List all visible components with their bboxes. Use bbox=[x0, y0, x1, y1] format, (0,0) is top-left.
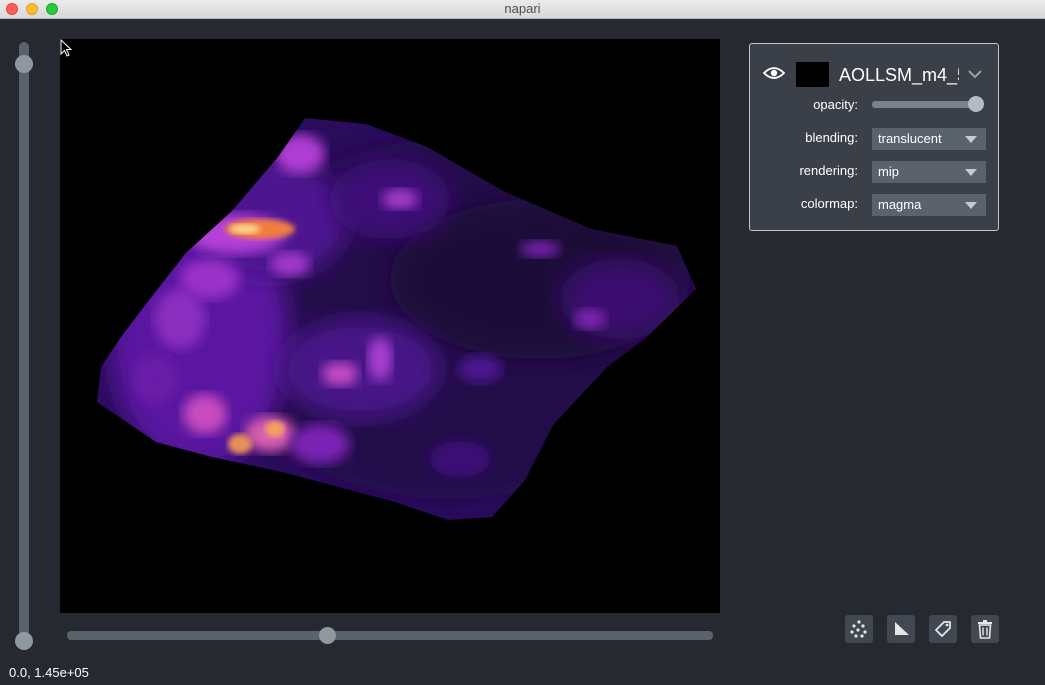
new-shapes-icon bbox=[895, 622, 909, 635]
colormap-dropdown[interactable]: magma bbox=[872, 194, 986, 216]
dims-vertical-slider-handle[interactable] bbox=[15, 55, 33, 73]
new-shapes-layer-button[interactable] bbox=[887, 615, 915, 643]
new-points-icon bbox=[850, 620, 867, 638]
rendering-dropdown[interactable]: mip bbox=[872, 161, 986, 183]
dims-vertical-slider[interactable] bbox=[19, 42, 29, 642]
chevron-down-icon[interactable] bbox=[968, 70, 982, 79]
dims-vertical-slider-end[interactable] bbox=[15, 632, 33, 650]
blending-value: translucent bbox=[878, 131, 942, 146]
rendering-value: mip bbox=[878, 164, 899, 179]
mouse-cursor-icon bbox=[60, 39, 73, 57]
delete-layer-button[interactable] bbox=[971, 615, 999, 643]
window-titlebar: napari bbox=[0, 0, 1045, 19]
new-points-layer-button[interactable] bbox=[845, 615, 873, 643]
blending-label: blending: bbox=[805, 130, 858, 145]
opacity-label: opacity: bbox=[813, 97, 858, 112]
status-coordinates: 0.0, 1.45e+05 bbox=[9, 665, 89, 680]
dropdown-arrow-icon bbox=[965, 136, 977, 143]
delete-layer-icon bbox=[978, 620, 992, 639]
dropdown-arrow-icon bbox=[965, 202, 977, 209]
rendering-label: rendering: bbox=[799, 163, 858, 178]
colormap-value: magma bbox=[878, 197, 922, 212]
window-title: napari bbox=[504, 1, 541, 16]
volume-render bbox=[97, 118, 696, 520]
colormap-label: colormap: bbox=[800, 196, 858, 211]
image-canvas[interactable] bbox=[60, 39, 720, 613]
new-labels-icon bbox=[935, 621, 951, 637]
dims-horizontal-slider-handle[interactable] bbox=[318, 627, 336, 644]
visibility-eye-icon[interactable] bbox=[763, 66, 785, 80]
new-labels-layer-button[interactable] bbox=[929, 615, 957, 643]
layer-name[interactable]: AOLLSM_m4_5 bbox=[839, 63, 959, 87]
opacity-slider[interactable] bbox=[872, 101, 980, 108]
blending-dropdown[interactable]: translucent bbox=[872, 128, 986, 150]
dropdown-arrow-icon bbox=[965, 169, 977, 176]
layer-thumbnail bbox=[796, 62, 829, 87]
dims-horizontal-slider[interactable] bbox=[67, 631, 713, 640]
layer-controls-panel: AOLLSM_m4_5 opacity: blending: transluce… bbox=[749, 43, 999, 231]
opacity-slider-handle[interactable] bbox=[968, 96, 984, 112]
